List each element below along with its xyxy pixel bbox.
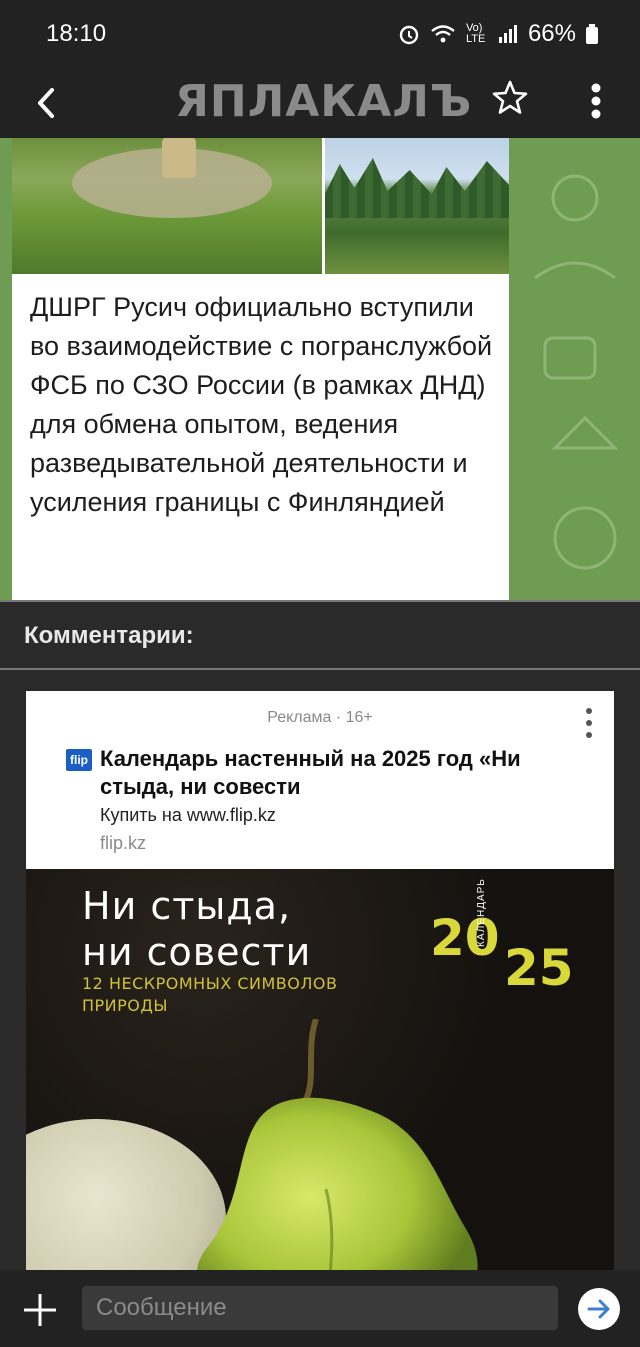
post-area: ДШРГ Русич официально вступили во взаимо…: [0, 138, 640, 600]
divider-bottom: [0, 668, 640, 670]
ad-image-subtitle: 12 НЕСКРОМНЫХ СИМВОЛОВ ПРИРОДЫ: [82, 974, 338, 1015]
signal-icon: [498, 25, 517, 43]
post-photo-right[interactable]: [325, 138, 509, 274]
send-button[interactable]: [578, 1288, 620, 1330]
ad-year-part2: 25: [504, 939, 574, 997]
alarm-icon: [399, 25, 419, 45]
app-bar: ЯПЛАКАЛЪ: [0, 70, 640, 138]
ad-card[interactable]: Реклама · 16+ flip Календарь настенный н…: [26, 691, 614, 1271]
status-bar: 18:10 Vo) LTE 66%: [0, 0, 640, 70]
ad-title[interactable]: Календарь настенный на 2025 год «Ни стыд…: [100, 745, 570, 801]
ad-cta-link[interactable]: Купить на www.flip.kz: [100, 805, 276, 826]
send-arrow-icon: [587, 1299, 610, 1319]
comments-title: Комментарии:: [24, 622, 194, 649]
battery-percent: 66%: [527, 20, 576, 47]
divider-top: [0, 600, 640, 602]
pear-illustration: [197, 1019, 478, 1271]
post-card: ДШРГ Русич официально вступили во взаимо…: [12, 138, 509, 600]
post-text: ДШРГ Русич официально вступили во взаимо…: [30, 292, 493, 517]
status-icons: Vo) LTE 66%: [398, 20, 598, 48]
ad-more-icon[interactable]: [584, 707, 594, 739]
star-icon[interactable]: [490, 78, 530, 118]
network-label: Vo) LTE: [465, 22, 486, 45]
site-logo[interactable]: ЯПЛАКАЛЪ: [175, 76, 472, 127]
status-time: 18:10: [46, 20, 107, 47]
wifi-icon: [431, 25, 455, 43]
more-vertical-icon[interactable]: [584, 76, 608, 126]
ad-domain: flip.kz: [100, 833, 147, 853]
back-arrow-icon[interactable]: [28, 78, 68, 128]
add-attachment-icon[interactable]: [22, 1292, 58, 1328]
post-photo-left[interactable]: [12, 138, 322, 274]
ad-year-part1: 20: [430, 909, 500, 967]
doodle-background-icon: [534, 174, 619, 570]
ad-label: Реклама · 16+: [267, 709, 373, 726]
battery-icon: [586, 24, 598, 44]
ad-image-headline: Ни стыда, ни совести: [82, 884, 312, 974]
ad-favicon-icon: flip: [66, 749, 92, 771]
composer-bar: [0, 1270, 640, 1347]
ad-year-vertical: КАЛЕНДАРЬ: [476, 878, 487, 947]
ad-image[interactable]: Ни стыда, ни совести 12 НЕСКРОМНЫХ СИМВО…: [26, 869, 614, 1271]
message-input[interactable]: [82, 1286, 558, 1330]
